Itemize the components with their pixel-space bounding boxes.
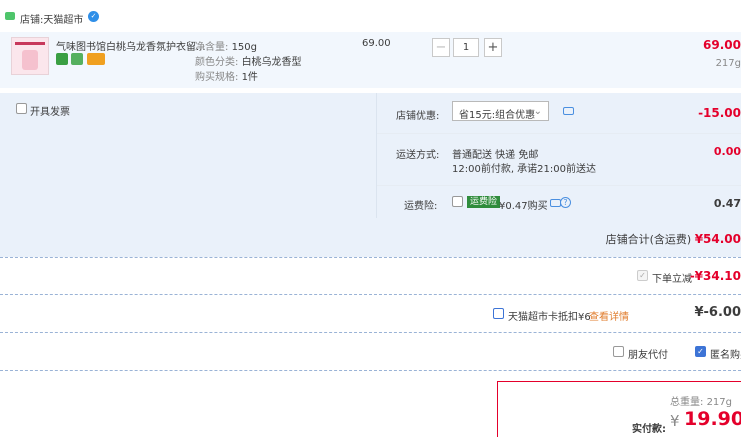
pay-currency: ¥ xyxy=(670,412,680,430)
chevron-down-icon: ⌄ xyxy=(533,106,542,117)
discount-amount: -15.00 xyxy=(698,106,741,120)
quantity-increase-button[interactable]: + xyxy=(484,38,502,57)
anonymous-label: 匿名购买 xyxy=(710,350,741,361)
order-options-section: 开具发票 店铺优惠: 省15元:组合优惠 ⌄ -15.00 运送方式: 普通配送… xyxy=(0,93,741,257)
instant-discount-checkbox[interactable]: ✓ xyxy=(637,270,648,281)
total-weight: 总重量: 217g xyxy=(670,397,732,408)
divider xyxy=(0,370,741,371)
message-icon[interactable] xyxy=(563,107,574,115)
discount-row: 店铺优惠: 省15元:组合优惠 ⌄ -15.00 xyxy=(376,93,741,133)
shipping-label: 运送方式: xyxy=(396,150,440,161)
purchase-spec: 购买规格: 1件 xyxy=(195,72,258,83)
insurance-label: 运费险: xyxy=(404,201,438,212)
quantity-input[interactable]: 1 xyxy=(453,38,479,57)
product-thumbnail[interactable] xyxy=(11,37,49,75)
guarantee-icon xyxy=(71,53,83,65)
card-details-link[interactable]: 查看详情 xyxy=(589,308,629,323)
thumbnail-product xyxy=(22,50,38,70)
item-row: 气味图书馆白桃乌龙香氛护衣留... 净含量: 150g 颜色分类: 白桃乌龙香型… xyxy=(0,32,741,88)
shop-total: 店铺合计(含运费) ¥54.00 xyxy=(606,231,741,247)
invoice-label: 开具发票 xyxy=(30,107,70,118)
thumbnail-banner xyxy=(15,42,45,45)
divider xyxy=(0,332,741,333)
shop-header: 店铺:天猫超市 ✓ xyxy=(0,0,741,32)
divider xyxy=(0,257,741,258)
card-pay-icon xyxy=(87,53,105,65)
instant-discount-label: 下单立减 xyxy=(652,274,692,285)
insurance-checkbox[interactable] xyxy=(452,196,463,207)
shop-icon xyxy=(5,12,15,20)
tmall-card-amount: ¥-6.00 xyxy=(694,305,741,320)
insurance-tag: 运费险 xyxy=(467,196,501,208)
instant-discount-amount: -¥34.10 xyxy=(689,269,741,283)
insurance-price: ¥0.47购买 xyxy=(499,201,548,212)
shipping-row: 运送方式: 普通配送 快递 免邮 12:00前付款, 承诺21:00前送达 0.… xyxy=(376,133,741,185)
seven-day-return-icon xyxy=(56,53,68,65)
help-icon[interactable]: ? xyxy=(560,197,571,208)
friend-pay-checkbox[interactable] xyxy=(613,346,624,357)
item-subtotal: 69.00 xyxy=(703,38,741,52)
shipping-amount: 0.00 xyxy=(713,145,741,158)
discount-label: 店铺优惠: xyxy=(396,111,440,122)
friend-pay-label: 朋友代付 xyxy=(628,350,668,361)
item-weight: 217g xyxy=(715,58,741,69)
shipping-promise: 12:00前付款, 承诺21:00前送达 xyxy=(452,164,596,175)
tmall-card-label: 天猫超市卡抵扣¥6 xyxy=(508,312,591,323)
tmall-card-checkbox[interactable] xyxy=(493,308,504,319)
net-content: 净含量: 150g xyxy=(195,42,257,53)
color-category: 颜色分类: 白桃乌龙香型 xyxy=(195,57,302,68)
pay-label: 实付款: xyxy=(632,424,666,435)
product-title-link[interactable]: 气味图书馆白桃乌龙香氛护衣留... xyxy=(56,38,206,53)
invoice-checkbox[interactable] xyxy=(16,103,27,114)
discount-select[interactable]: 省15元:组合优惠 ⌄ xyxy=(452,101,549,121)
shop-total-amount: ¥54.00 xyxy=(694,232,741,246)
shop-label: 店铺:天猫超市 xyxy=(20,15,84,26)
insurance-row: 运费险: 运费险 ¥0.47购买 ? 0.47 xyxy=(376,185,741,218)
anonymous-checkbox[interactable]: ✓ xyxy=(695,346,706,357)
shop-total-label: 店铺合计(含运费) xyxy=(605,233,692,246)
insurance-amount: 0.47 xyxy=(713,197,741,210)
unit-price: 69.00 xyxy=(362,38,391,49)
payment-summary: 总重量: 217g 实付款: ¥ 19.90 xyxy=(497,381,741,437)
divider xyxy=(0,294,741,295)
shipping-method: 普通配送 快递 免邮 xyxy=(452,150,539,161)
pay-amount: 19.90 xyxy=(684,408,741,430)
wangwang-chat-icon[interactable]: ✓ xyxy=(88,11,99,22)
quantity-decrease-button[interactable]: − xyxy=(432,38,450,57)
shop-name-link[interactable]: 天猫超市 xyxy=(43,15,83,26)
